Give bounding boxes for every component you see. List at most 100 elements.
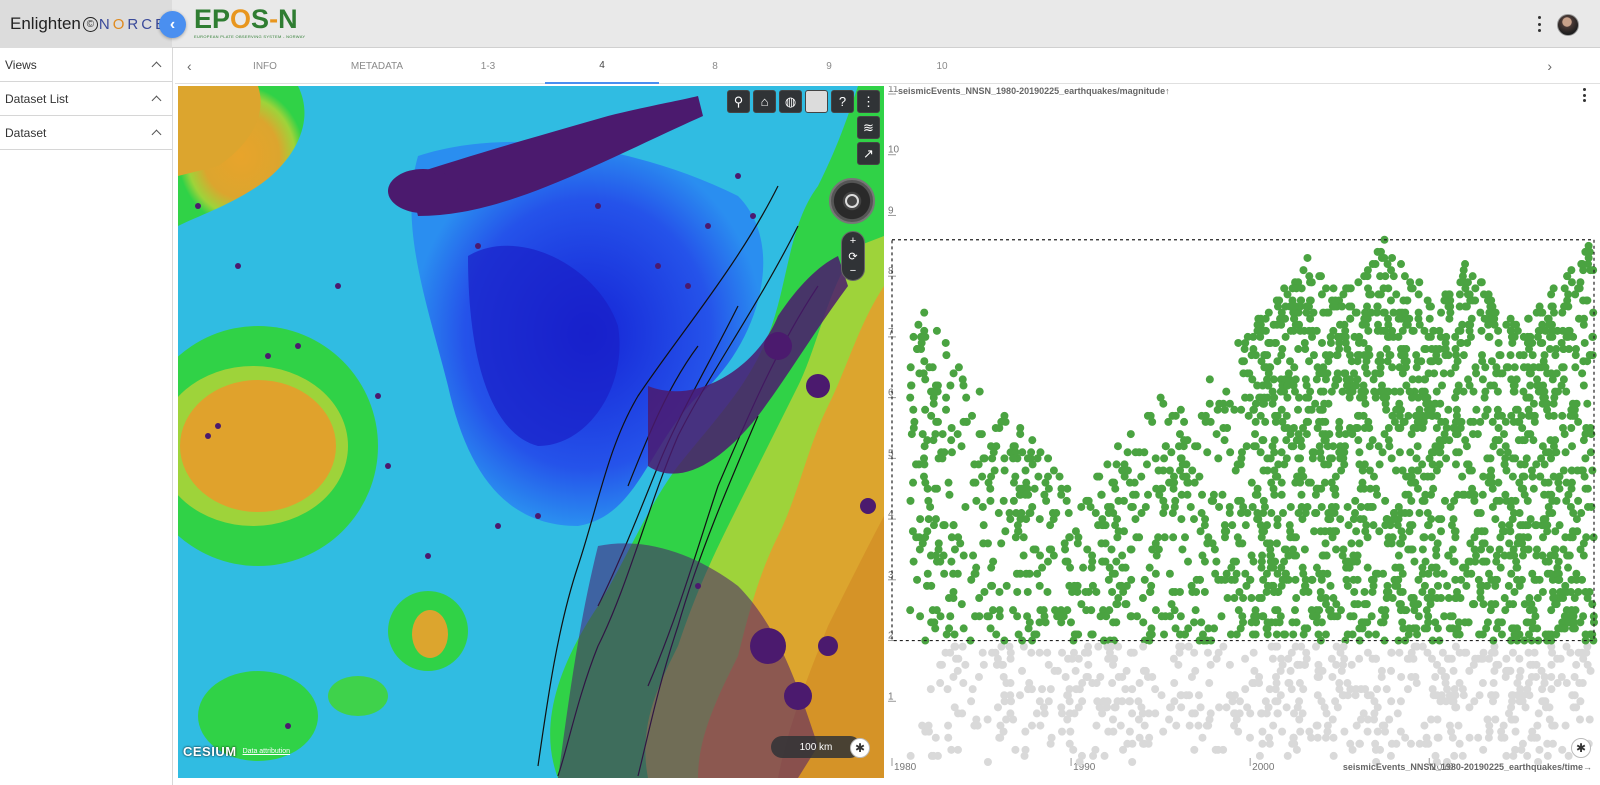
avatar[interactable] bbox=[1557, 14, 1579, 36]
data-attribution-link[interactable]: Data attribution bbox=[243, 748, 290, 755]
selected-event-point bbox=[1282, 454, 1291, 463]
selected-event-point bbox=[1329, 527, 1338, 536]
selected-event-point bbox=[947, 424, 956, 432]
selected-event-point bbox=[1242, 442, 1251, 451]
tab-10[interactable]: 10 bbox=[885, 48, 999, 84]
selected-event-point bbox=[1158, 484, 1167, 493]
event-point bbox=[1284, 654, 1293, 663]
event-point bbox=[1548, 721, 1557, 730]
selected-event-point bbox=[1580, 472, 1589, 481]
selected-event-point bbox=[1373, 302, 1382, 311]
selected-event-point bbox=[1396, 424, 1405, 432]
zoom-out-button[interactable]: − bbox=[850, 265, 856, 277]
selected-event-point bbox=[1444, 302, 1453, 311]
event-point bbox=[1159, 727, 1168, 736]
selected-event-point bbox=[1405, 624, 1414, 633]
selected-event-point bbox=[949, 587, 958, 596]
tab-9[interactable]: 9 bbox=[772, 48, 886, 84]
selected-event-point bbox=[1183, 490, 1192, 499]
tab-8[interactable]: 8 bbox=[658, 48, 772, 84]
palette-icon[interactable]: ✱ bbox=[850, 738, 870, 758]
event-point bbox=[1534, 709, 1543, 718]
selected-event-point bbox=[909, 557, 918, 566]
scatter-plot[interactable]: 12345678910111980 1990 2000 2010 bbox=[888, 86, 1600, 778]
selected-event-point bbox=[1145, 563, 1154, 572]
selected-event-point bbox=[1286, 357, 1295, 366]
tab-scroll-left-icon[interactable]: ‹ bbox=[187, 58, 192, 74]
chart-line-icon[interactable]: ↗ bbox=[857, 142, 880, 165]
selected-event-point bbox=[1448, 545, 1457, 554]
selected-event-point bbox=[907, 381, 916, 390]
map-canvas[interactable] bbox=[178, 86, 884, 778]
selected-event-point bbox=[1112, 557, 1121, 566]
selected-event-point bbox=[1043, 587, 1052, 596]
tab-scroll-right-icon[interactable]: › bbox=[1547, 58, 1552, 74]
selected-event-point bbox=[1433, 624, 1442, 633]
selected-event-point bbox=[1228, 521, 1237, 530]
search-icon[interactable]: ⚲ bbox=[727, 90, 750, 113]
zoom-in-button[interactable]: + bbox=[850, 235, 856, 247]
home-icon[interactable]: ⌂ bbox=[753, 90, 776, 113]
event-point bbox=[1290, 709, 1299, 718]
selected-event-point bbox=[1552, 448, 1561, 457]
selected-event-point bbox=[1178, 545, 1187, 554]
selected-event-point bbox=[1533, 332, 1542, 341]
selected-event-point bbox=[1345, 351, 1354, 360]
y-tick-label: 9 bbox=[888, 205, 894, 216]
selected-event-point bbox=[1272, 630, 1281, 639]
selected-event-point bbox=[1281, 630, 1290, 639]
plot-palette-icon[interactable]: ✱ bbox=[1571, 738, 1591, 758]
selected-event-point bbox=[1220, 436, 1229, 445]
event-point bbox=[1235, 697, 1244, 706]
selected-event-point bbox=[978, 502, 987, 511]
zoom-reset-button[interactable]: ⟳ bbox=[848, 250, 857, 263]
tab-1-3[interactable]: 1-3 bbox=[431, 48, 545, 84]
event-point bbox=[1488, 691, 1497, 700]
selected-event-point bbox=[1432, 387, 1441, 396]
selected-event-point bbox=[953, 569, 962, 578]
selected-event-point bbox=[974, 460, 983, 469]
selected-event-point bbox=[1272, 296, 1281, 305]
more-menu-icon[interactable] bbox=[1533, 14, 1545, 34]
event-point bbox=[1329, 733, 1338, 742]
selected-event-point bbox=[914, 460, 923, 469]
selected-event-point bbox=[1589, 266, 1598, 275]
more-icon[interactable]: ⋮ bbox=[857, 90, 880, 113]
chevron-up-icon bbox=[151, 95, 162, 106]
selected-event-point bbox=[1588, 466, 1597, 475]
selected-event-point bbox=[1151, 454, 1160, 463]
selected-event-point bbox=[1408, 375, 1417, 384]
event-point bbox=[1386, 751, 1395, 760]
selected-event-point bbox=[1251, 430, 1260, 439]
selected-event-point bbox=[1500, 594, 1509, 603]
help-icon[interactable]: ? bbox=[831, 90, 854, 113]
selected-event-point bbox=[1543, 521, 1552, 530]
selected-event-point bbox=[1127, 612, 1136, 621]
sidebar-item-views[interactable]: Views bbox=[0, 48, 172, 82]
selected-event-point bbox=[1309, 308, 1318, 317]
sidebar-item-dataset[interactable]: Dataset bbox=[0, 116, 172, 150]
selected-event-point bbox=[1454, 448, 1463, 457]
event-point bbox=[1545, 703, 1554, 712]
selected-event-point bbox=[1271, 338, 1280, 347]
compass-icon[interactable] bbox=[829, 178, 875, 224]
event-point bbox=[1094, 642, 1103, 651]
selected-event-point bbox=[1397, 351, 1406, 360]
map-view[interactable]: ⚲ ⌂ ◍ ? ⋮ ≋ ↗ + ⟳ − 100 km ✱ CESIUM Data… bbox=[178, 86, 884, 778]
tab-4[interactable]: 4 bbox=[545, 48, 659, 84]
selected-event-point bbox=[1314, 630, 1323, 639]
tab-info[interactable]: INFO bbox=[208, 48, 322, 84]
globe-icon[interactable]: ◍ bbox=[779, 90, 802, 113]
event-point bbox=[1363, 648, 1372, 657]
selected-event-point bbox=[1524, 405, 1533, 414]
layers-icon[interactable]: ≋ bbox=[857, 116, 880, 139]
selected-event-point bbox=[1506, 314, 1515, 323]
sidebar-item-dataset-list[interactable]: Dataset List bbox=[0, 82, 172, 116]
imagery-icon[interactable] bbox=[805, 90, 828, 113]
selected-event-point bbox=[1374, 290, 1383, 299]
selected-event-point bbox=[1395, 399, 1404, 408]
copyright-icon: © bbox=[82, 16, 98, 32]
tab-metadata[interactable]: METADATA bbox=[320, 48, 434, 84]
selected-event-point bbox=[1501, 442, 1510, 451]
collapse-sidebar-button[interactable]: ‹ bbox=[159, 11, 186, 38]
